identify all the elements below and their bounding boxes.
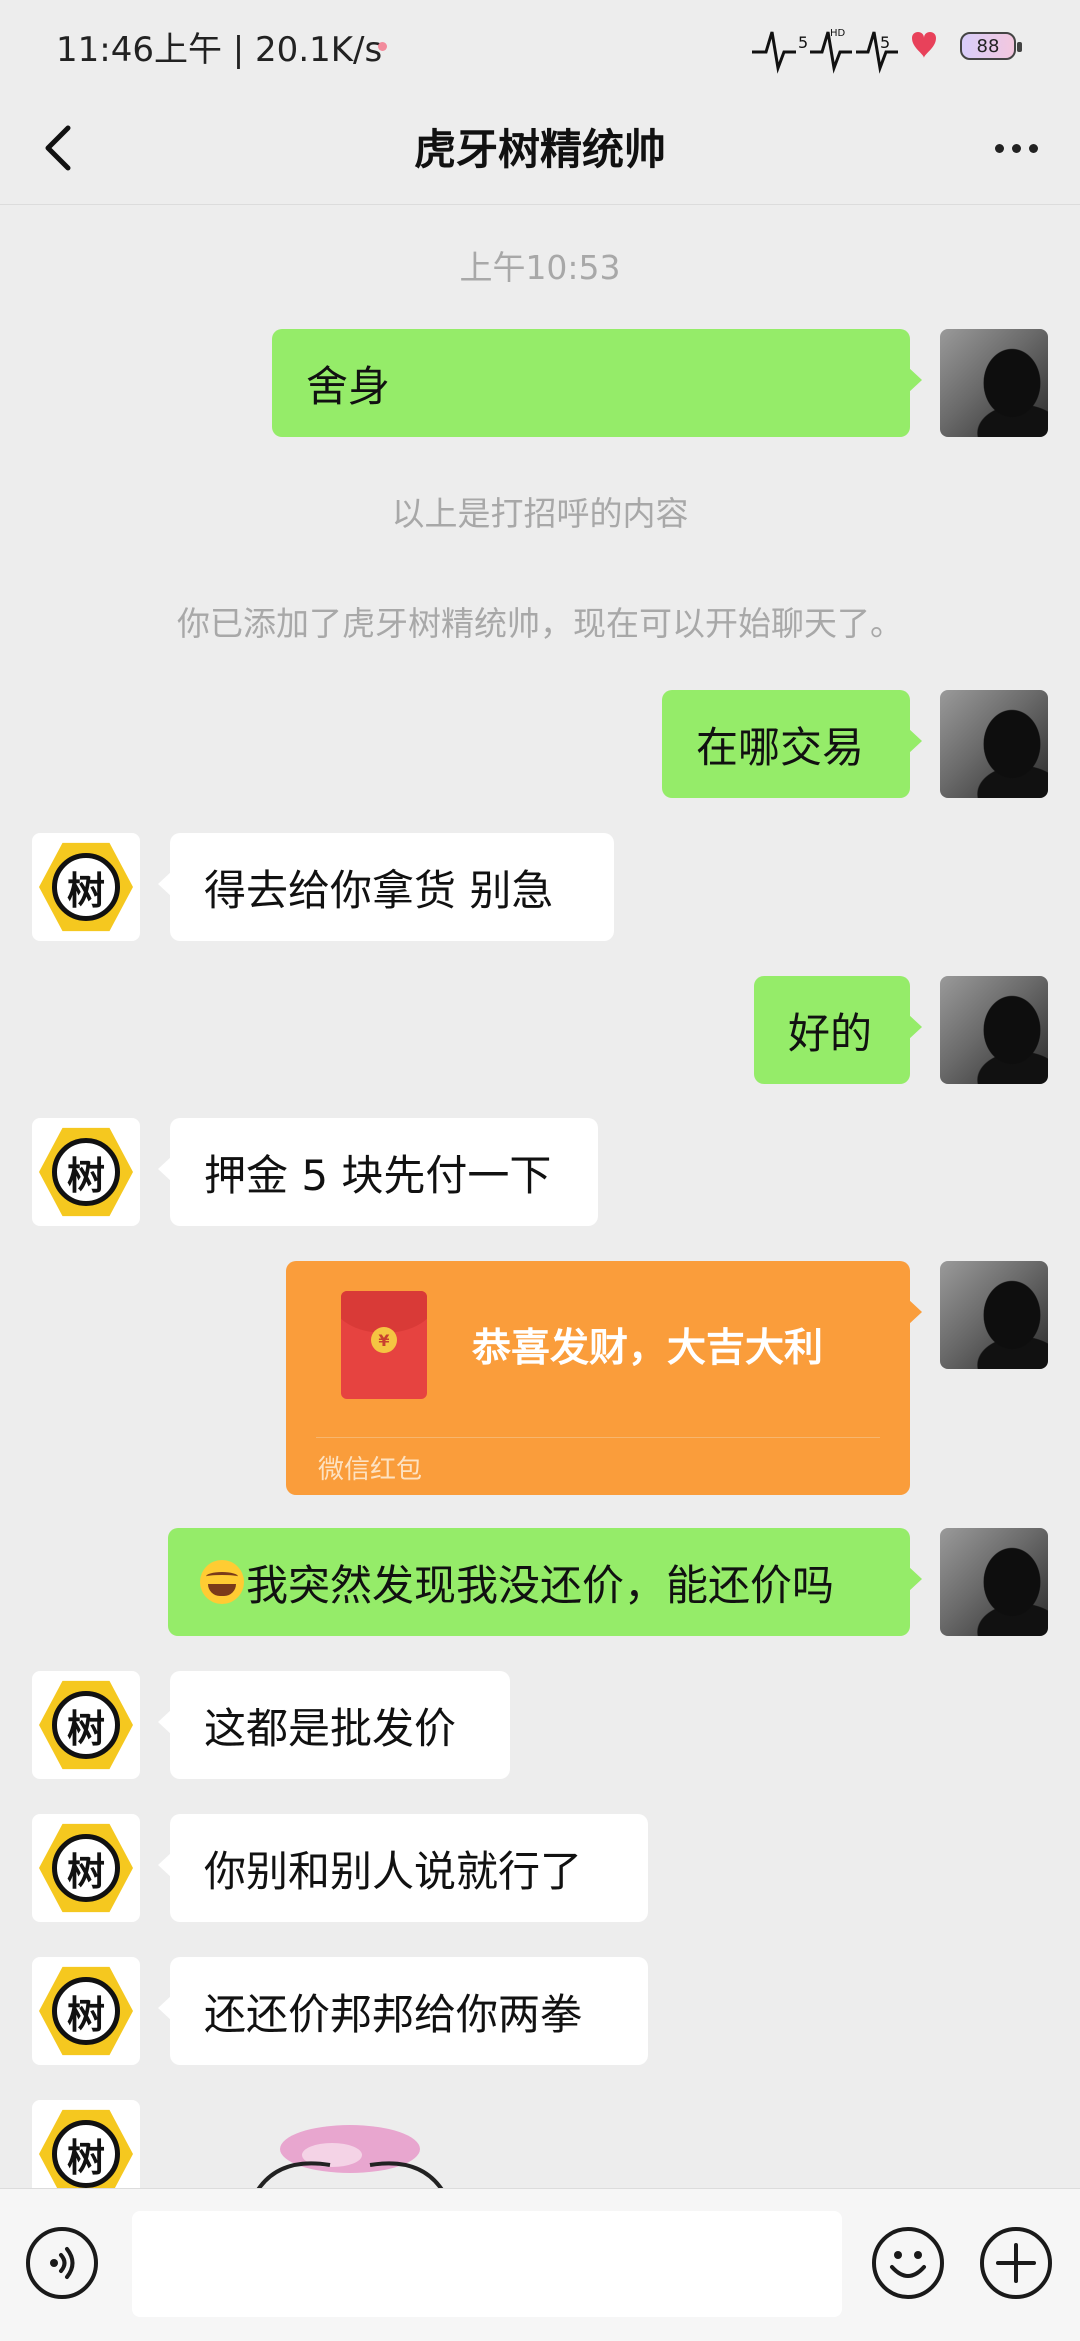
contact-avatar[interactable]: 树 [32,833,140,941]
status-time: 11:46上午 | 20.1K/s [56,30,383,70]
more-dot-icon [1011,143,1021,153]
my-avatar[interactable] [940,976,1048,1084]
system-note-greeting: 以上是打招呼的内容 [391,494,689,533]
more-dot-icon [1028,143,1038,153]
outgoing-message[interactable]: 在哪交易 [662,690,922,798]
message-input[interactable] [132,2211,842,2317]
contact-avatar[interactable]: 树 [32,2100,140,2188]
contact-avatar[interactable]: 树 [32,1957,140,2065]
signal-icon: 5 HD 5 [752,28,936,74]
more-functions-button[interactable] [980,2227,1052,2299]
red-packet-greeting: 恭喜发财，大吉大利 [472,1326,824,1371]
system-note-added: 你已添加了虎牙树精统帅，现在可以开始聊天了。 [177,604,903,643]
red-packet-message[interactable]: ¥ 恭喜发财，大吉大利 微信红包 [286,1261,922,1495]
tree-logo-icon: 树 [39,1125,133,1219]
incoming-message[interactable]: 你别和别人说就行了 [158,1814,648,1922]
status-bar: 11:46上午 | 20.1K/s 5 HD 5 88 [0,0,1080,92]
outgoing-message[interactable]: 好的 [754,976,922,1084]
my-avatar[interactable] [940,690,1048,798]
network-label-hd: HD [830,28,846,39]
message-list[interactable]: 上午10:53 舍身 以上是打招呼的内容 你已添加了虎牙树精统帅，现在可以开始聊… [0,205,1080,2188]
my-avatar[interactable] [940,1261,1048,1369]
notification-dot [378,42,387,51]
tree-logo-icon: 树 [39,2107,133,2188]
tree-logo-icon: 树 [39,1678,133,1772]
my-avatar[interactable] [940,329,1048,437]
red-envelope-icon: ¥ [341,1291,427,1399]
outgoing-message[interactable]: 舍身 [272,329,922,437]
more-options-button[interactable] [980,112,1052,184]
laughing-tears-emoji-icon [200,1560,244,1604]
network-label-2: 5 [880,33,890,52]
chat-title: 虎牙树精统帅 [413,125,666,174]
my-avatar[interactable] [940,1528,1048,1636]
more-dot-icon [994,143,1004,153]
incoming-message[interactable]: 押金 5 块先付一下 [158,1118,598,1226]
outgoing-message[interactable]: 我突然发现我没还价，能还价吗 [168,1528,922,1636]
emoji-button[interactable] [872,2227,944,2299]
input-bar [0,2188,1080,2341]
outgoing-message-text: 我突然发现我没还价，能还价吗 [246,1560,835,1610]
contact-avatar[interactable]: 树 [32,1671,140,1779]
voice-input-button[interactable] [26,2227,98,2299]
incoming-message[interactable]: 得去给你拿货 别急 [158,833,614,941]
contact-avatar[interactable]: 树 [32,1814,140,1922]
battery-level: 88 [976,35,1000,57]
sticker-message[interactable] [240,2115,460,2188]
red-packet-divider [316,1437,880,1438]
plus-icon [996,2243,1036,2283]
red-packet-label: 微信红包 [318,1455,423,1485]
heart-icon [912,32,936,58]
tree-logo-icon: 树 [39,840,133,934]
tree-logo-icon: 树 [39,1821,133,1915]
incoming-message[interactable]: 这都是批发价 [158,1671,510,1779]
battery-icon: 88 [960,32,1022,60]
tree-logo-icon: 树 [39,1964,133,2058]
emoji-icon [890,2251,926,2278]
chat-header: 虎牙树精统帅 [0,92,1080,205]
voice-icon [50,2247,75,2279]
incoming-message[interactable]: 还还价邦邦给你两拳 [158,1957,648,2065]
contact-avatar[interactable]: 树 [32,1118,140,1226]
timestamp: 上午10:53 [459,248,621,287]
network-label-1: 5 [798,33,808,52]
